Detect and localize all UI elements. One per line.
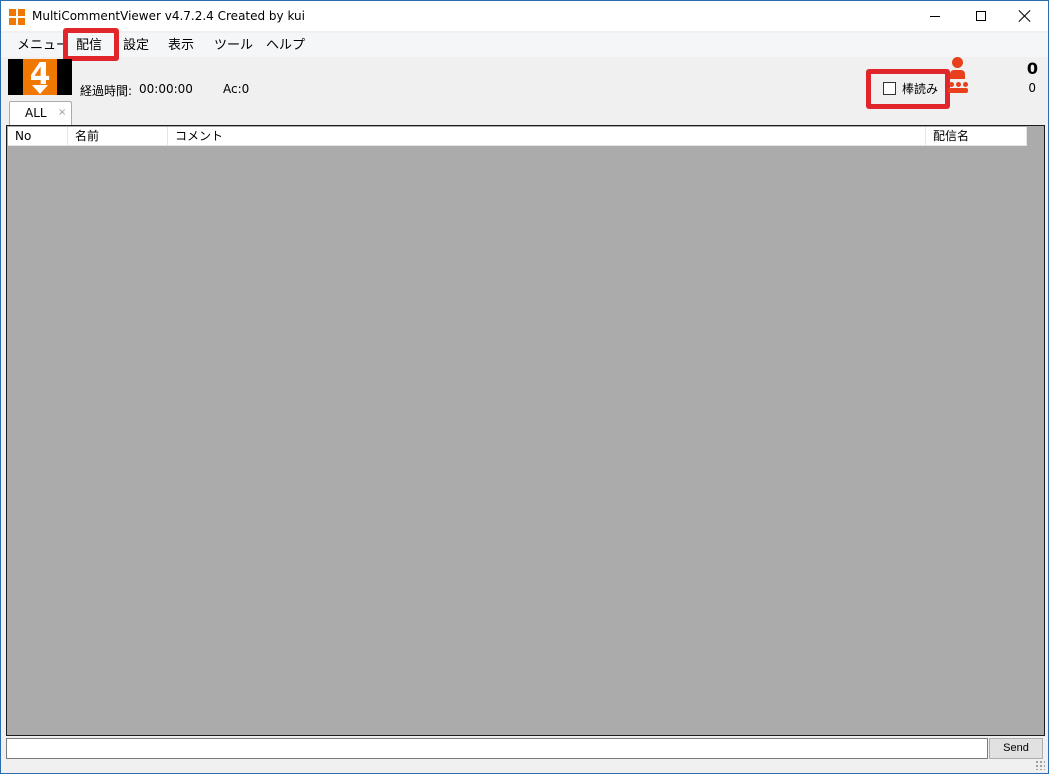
resize-grip-icon[interactable] [1035, 760, 1045, 770]
menu-bar: メニュー 配信 設定 表示 ツール ヘルプ [1, 33, 1048, 57]
menu-item-help[interactable]: ヘルプ [260, 36, 311, 56]
bouyomi-label[interactable]: 棒読み [902, 80, 938, 97]
ac-counter: Ac:0 [223, 82, 250, 96]
viewer-count: 0 [1026, 59, 1038, 78]
column-header-broadcast[interactable]: 配信名 [926, 127, 1027, 146]
logo-arrow-icon [32, 85, 48, 94]
comment-count: 0 [1028, 81, 1036, 95]
bouyomi-checkbox[interactable] [883, 82, 896, 95]
elapsed-time-value: 00:00:00 [139, 82, 193, 96]
window-title: MultiCommentViewer v4.7.2.4 Created by k… [32, 9, 305, 23]
column-header-comment[interactable]: コメント [168, 127, 926, 146]
list-header: No 名前 コメント 配信名 [8, 127, 1027, 146]
column-header-name[interactable]: 名前 [68, 127, 168, 146]
viewers-icon [947, 57, 969, 95]
minimize-button[interactable] [912, 1, 958, 31]
tab-all-label: ALL [25, 106, 47, 120]
close-button[interactable] [1002, 1, 1048, 31]
app-icon [9, 9, 25, 25]
send-button[interactable]: Send [989, 738, 1043, 759]
maximize-button[interactable] [958, 1, 1004, 31]
title-bar[interactable]: MultiCommentViewer v4.7.2.4 Created by k… [1, 1, 1048, 31]
column-header-no[interactable]: No [8, 127, 68, 146]
tab-all[interactable]: ALL × [9, 101, 72, 125]
site-logo: 4 [8, 59, 72, 95]
tab-close-icon[interactable]: × [58, 107, 66, 118]
menu-item-view[interactable]: 表示 [162, 36, 200, 56]
comment-list[interactable]: No 名前 コメント 配信名 [6, 125, 1045, 736]
menu-item-tools[interactable]: ツール [208, 36, 259, 56]
elapsed-time-label: 経過時間: [80, 84, 133, 98]
broadcast-menu-highlight [63, 28, 119, 61]
close-icon [1019, 10, 1031, 22]
app-window: MultiCommentViewer v4.7.2.4 Created by k… [0, 0, 1049, 774]
maximize-icon [976, 11, 986, 21]
minimize-icon [930, 15, 940, 17]
menu-item-settings[interactable]: 設定 [117, 36, 155, 56]
comment-input[interactable] [6, 738, 988, 759]
